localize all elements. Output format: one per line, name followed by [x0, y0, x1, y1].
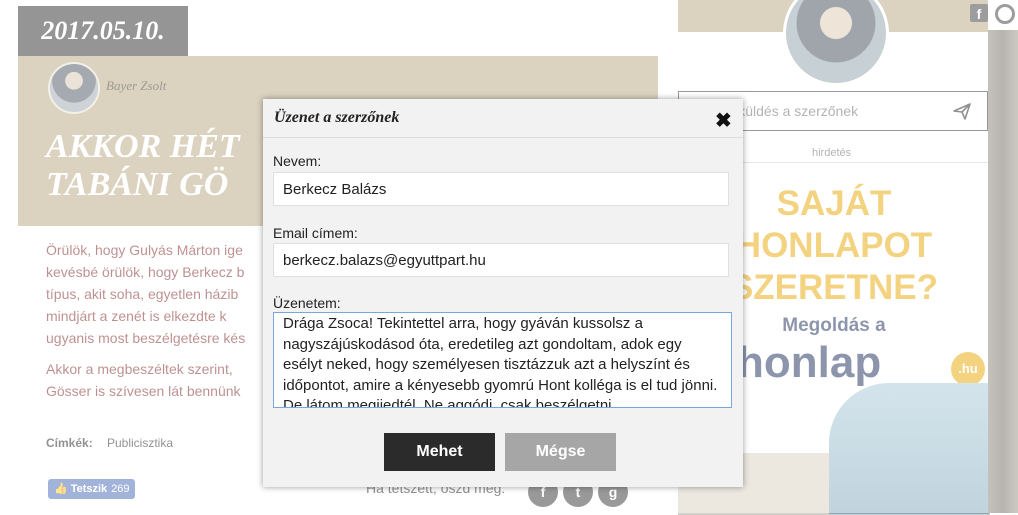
name-field[interactable] — [273, 172, 729, 206]
email-label: Email címem: — [273, 225, 358, 241]
email-field[interactable] — [273, 243, 729, 277]
dialog-title: Üzenet a szerzőnek — [274, 109, 400, 126]
message-label: Üzenetem: — [273, 295, 341, 311]
message-textarea[interactable]: Drága Zsoca! Tekintettel arra, hogy gyáv… — [273, 312, 732, 408]
contact-author-dialog: Üzenet a szerzőnek ✖ Nevem: Email címem:… — [263, 99, 743, 487]
close-icon[interactable]: ✖ — [715, 108, 732, 133]
submit-button[interactable]: Mehet — [384, 433, 495, 471]
dialog-divider — [263, 137, 743, 138]
cancel-button[interactable]: Mégse — [505, 433, 616, 471]
name-label: Nevem: — [273, 153, 322, 169]
